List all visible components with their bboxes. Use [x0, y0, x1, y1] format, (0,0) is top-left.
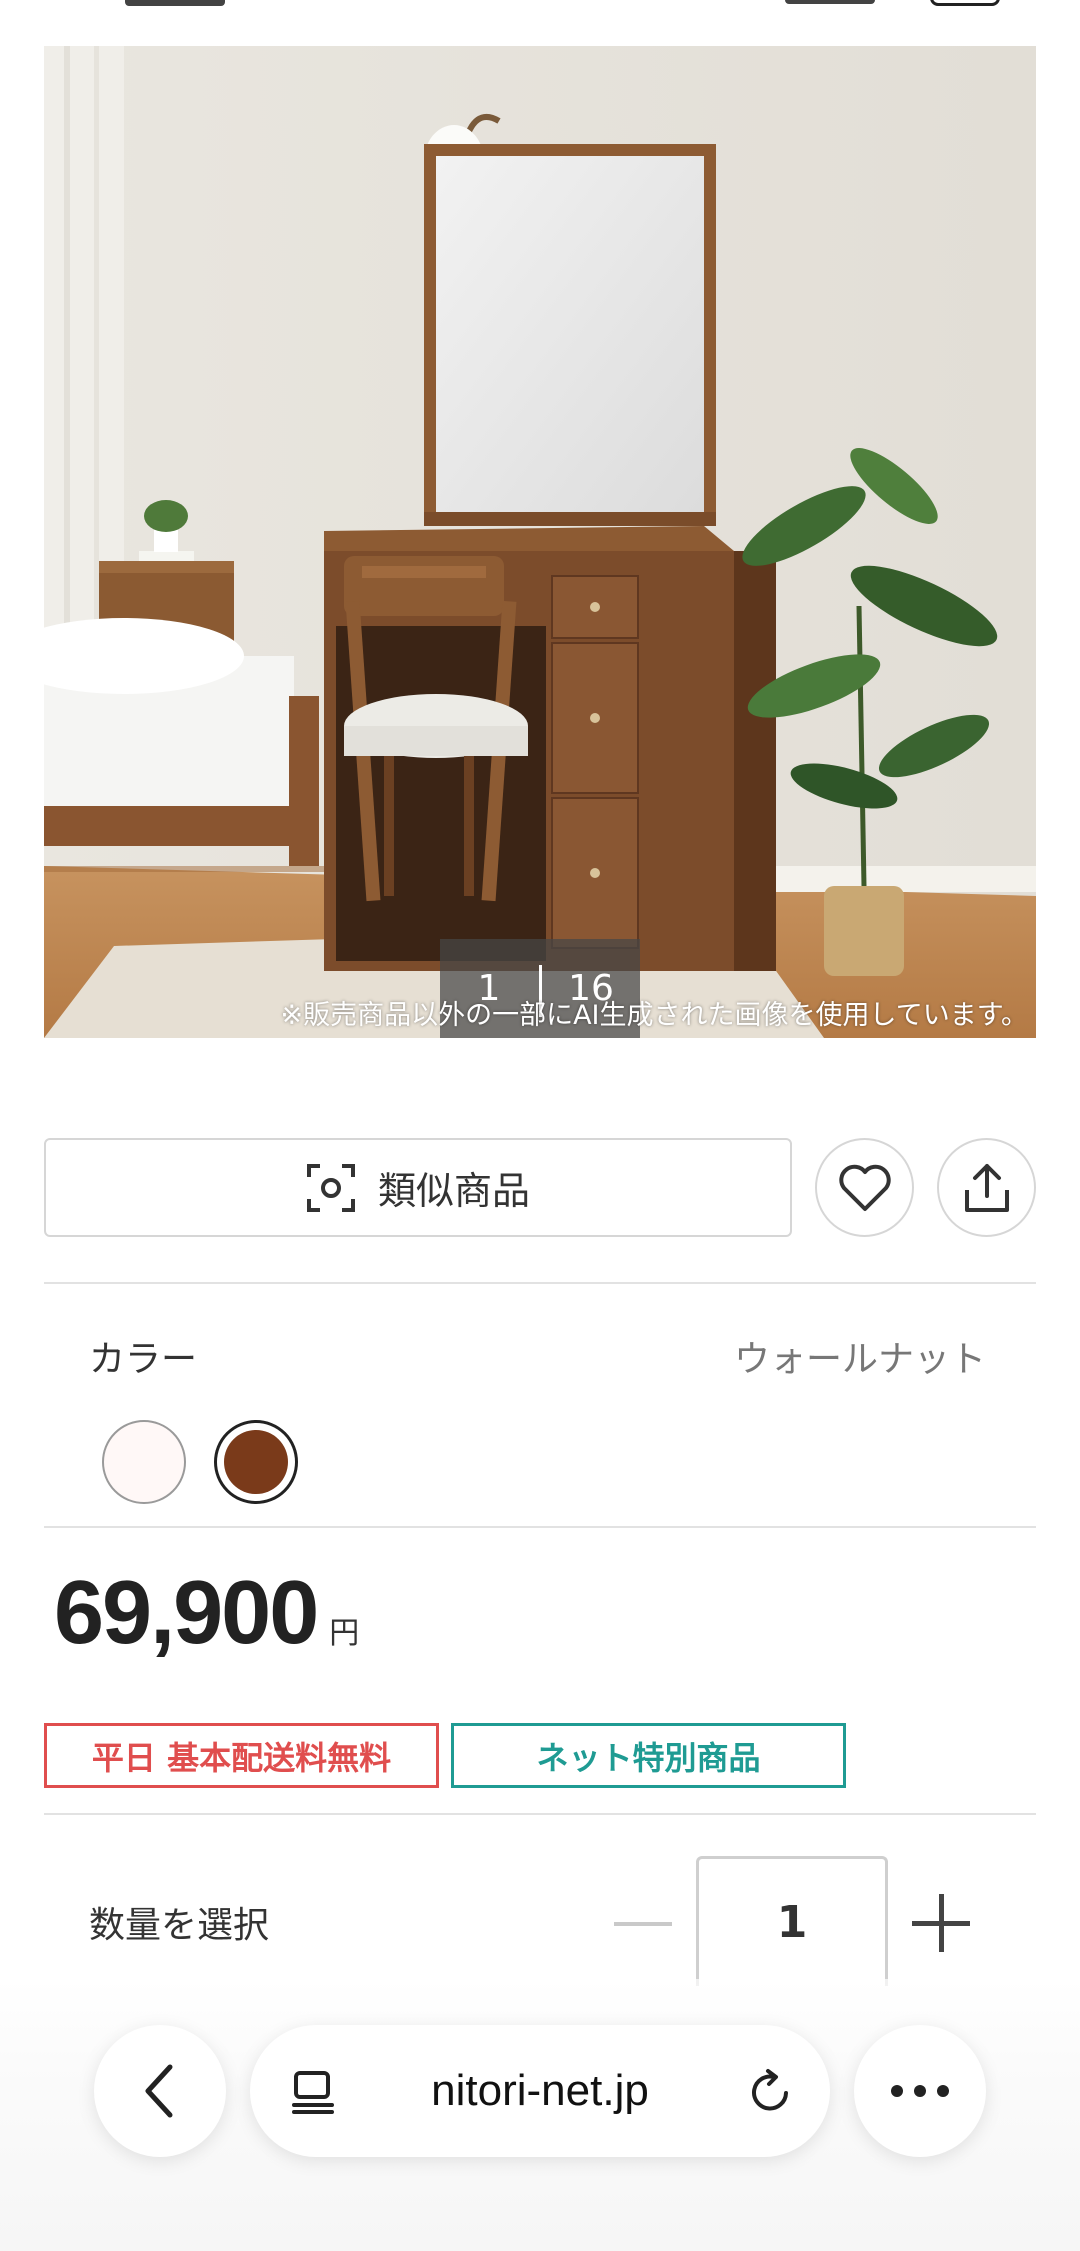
color-section: カラー ウォールナット [44, 1285, 1036, 1525]
page-menu-icon[interactable] [290, 2069, 336, 2115]
divider [44, 1282, 1036, 1284]
free-shipping-badge: 平日 基本配送料無料 [44, 1723, 439, 1788]
signal-icon [785, 0, 875, 4]
product-photo [44, 46, 1036, 1038]
product-action-row: 類似商品 [44, 1138, 1036, 1238]
color-title: カラー [89, 1339, 198, 1380]
online-exclusive-badge: ネット特別商品 [451, 1723, 846, 1788]
status-time-fragment [125, 0, 225, 6]
similar-products-label: 類似商品 [377, 1169, 530, 1213]
color-swatch-white[interactable] [102, 1420, 186, 1504]
product-image-carousel[interactable]: 1 16 ※販売商品以外の一部にAI生成された画像を使用しています。 [44, 46, 1036, 1038]
similar-products-button[interactable]: 類似商品 [44, 1138, 792, 1237]
share-button[interactable] [937, 1138, 1036, 1237]
status-bar [0, 0, 1080, 44]
image-search-icon [306, 1163, 355, 1212]
color-swatch-walnut[interactable] [214, 1420, 298, 1504]
quantity-selector: 数量を選択 1 [44, 1814, 1036, 1986]
quantity-label: 数量を選択 [89, 1905, 270, 1946]
browser-more-button[interactable] [854, 2025, 986, 2157]
divider [44, 1526, 1036, 1528]
battery-icon [930, 0, 1000, 6]
quantity-decrement-button[interactable] [614, 1922, 672, 1926]
more-dots-icon [891, 2085, 949, 2097]
share-icon [964, 1163, 1009, 1212]
heart-icon [838, 1164, 891, 1211]
browser-address-bar[interactable]: nitori-net.jp [250, 2025, 830, 2157]
price-amount: 69,900 [54, 1563, 319, 1663]
chevron-left-icon [145, 2064, 173, 2118]
color-swatch-walnut-fill [224, 1430, 288, 1494]
favorite-button[interactable] [815, 1138, 914, 1237]
browser-url: nitori-net.jp [431, 2066, 649, 2115]
reload-icon[interactable] [746, 2067, 794, 2115]
quantity-increment-button[interactable] [912, 1894, 970, 1952]
price: 69,900 円 [54, 1562, 359, 1665]
ai-image-note: ※販売商品以外の一部にAI生成された画像を使用しています。 [280, 1000, 1028, 1031]
quantity-input[interactable]: 1 [696, 1856, 888, 1986]
color-selected-name: ウォールナット [733, 1339, 986, 1380]
price-unit: 円 [329, 1616, 360, 1651]
browser-back-button[interactable] [94, 2025, 226, 2157]
